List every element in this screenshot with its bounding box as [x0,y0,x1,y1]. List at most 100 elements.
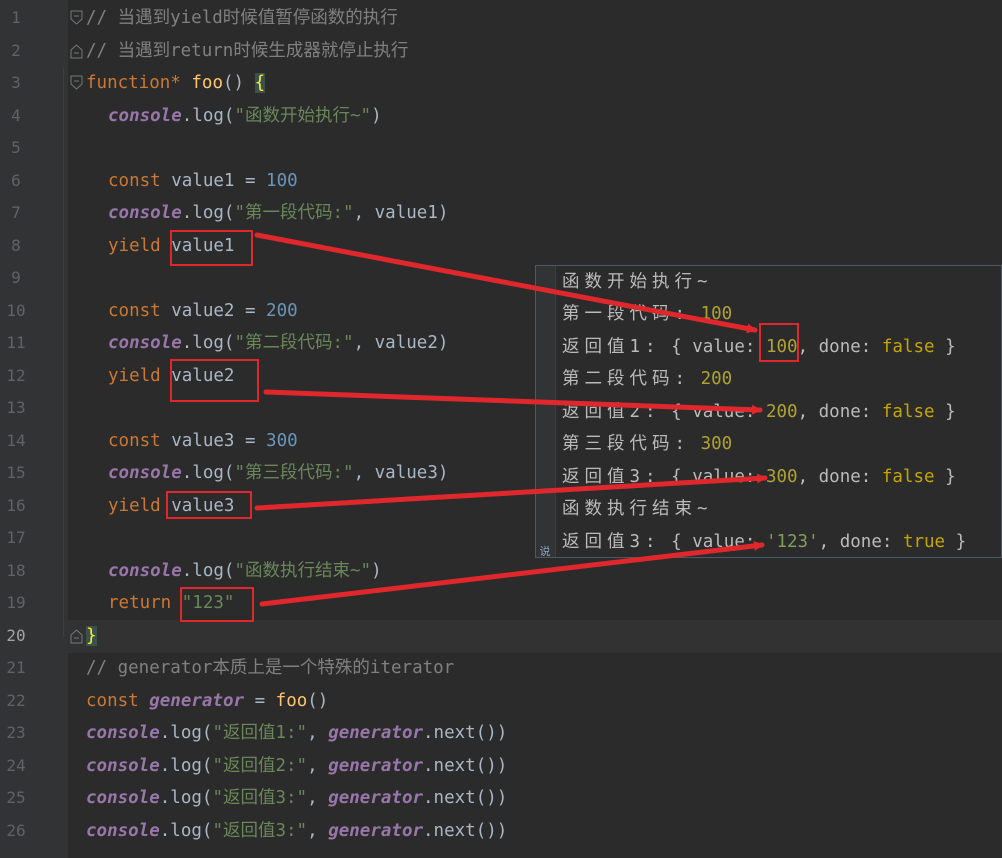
console-text: { value: [671,402,766,422]
code-line[interactable]: console.log("函数开始执行~") [108,100,382,133]
method: .log( [159,788,213,808]
variable: generator [328,821,424,841]
code-line[interactable]: console.log("返回值1:", generator.next()) [86,717,507,750]
variable: generator [328,756,424,776]
code-line[interactable]: const generator = foo() [86,685,328,718]
line-number: 16 [6,496,26,515]
console-string: '123' [765,532,819,552]
line-number: 3 [11,73,21,92]
line-number: 15 [6,463,26,482]
code-line-comment[interactable]: // 当遇到yield时候值暂停函数的执行 [86,2,398,35]
fold-marker-icon[interactable] [69,75,84,91]
fold-marker-icon[interactable] [69,10,84,26]
console-boolean: true [902,532,946,552]
code-line[interactable]: console.log("第二段代码:", value2) [108,327,448,360]
console-toolbar: 说 [536,266,556,557]
method: .log( [181,106,235,126]
console-text: } [945,532,967,552]
console-object: console [86,821,160,841]
code-line[interactable]: console.log("返回值3:", generator.next()) [86,782,507,815]
line-number: 8 [11,236,21,255]
console-object: console [86,756,160,776]
annotation-box-value3 [166,491,252,519]
fold-marker-icon[interactable] [69,43,84,59]
method: .log( [181,463,235,483]
console-label: 第一段代码: [562,304,691,324]
code-line[interactable]: } [86,620,97,653]
console-line: 返回值2: { value: 200, done: false } [562,396,956,429]
comma: , [307,821,329,841]
keyword: yield [108,236,172,256]
code-line[interactable]: console.log("第一段代码:", value1) [108,197,448,230]
line-number: 26 [6,821,26,840]
code-line[interactable]: const value2 = 200 [108,295,298,328]
line-number: 11 [6,333,26,352]
console-number: 300 [765,467,798,487]
code-line[interactable]: console.log("函数执行结束~") [108,555,382,588]
console-number: 100 [700,304,733,324]
variable: value3 = [171,431,267,451]
operator: = [244,691,276,711]
console-text: { value: [671,337,766,357]
code-line[interactable]: console.log("返回值3:", generator.next()) [86,815,507,848]
annotation-box-value1 [170,230,253,266]
code-line[interactable]: const value1 = 100 [108,165,298,198]
keyword: function [86,73,171,93]
code-line-comment[interactable]: // 当遇到return时候生成器就停止执行 [86,35,408,68]
variable: generator [328,723,424,743]
console-side-icon[interactable]: 说 [538,546,552,557]
line-number: 10 [6,301,26,320]
method: .next()) [423,788,508,808]
string: "返回值1:" [212,723,308,743]
string: "第三段代码:" [234,463,354,483]
string: "返回值3:" [212,788,308,808]
method: .log( [181,203,235,223]
code-line[interactable]: console.log("返回值2:", generator.next()) [86,750,507,783]
console-line: 返回值3: { value: 300, done: false } [562,461,956,494]
comma: , [307,788,329,808]
console-output-panel[interactable]: 说 函数开始执行~ 第一段代码: 100 返回值1: { value: 100,… [535,265,1002,558]
console-text: } [934,337,956,357]
params: () [222,73,255,93]
line-number: 18 [6,561,26,580]
line-number: 23 [6,723,26,742]
console-boolean: false [881,337,935,357]
variable: generator [328,788,424,808]
line-number: 1 [11,8,21,27]
line-number: 25 [6,788,26,807]
annotation-box-return [180,587,254,622]
line-number: 14 [6,431,26,450]
method: .next()) [423,756,508,776]
console-line: 第三段代码: 300 [562,428,732,461]
string: "函数开始执行~" [234,106,372,126]
console-text: } [934,467,956,487]
number: 200 [266,301,298,321]
line-number: 21 [6,658,26,677]
code-line[interactable]: const value3 = 300 [108,425,298,458]
line-number: 22 [6,691,26,710]
string: "返回值2:" [212,756,308,776]
console-label: 返回值1: [562,337,661,357]
method: .log( [159,756,213,776]
line-number: 19 [6,593,26,612]
console-number: 200 [700,369,733,389]
method: .next()) [423,723,508,743]
line-number: 12 [6,366,26,385]
console-object: console [108,463,182,483]
string: "函数执行结束~" [234,561,372,581]
indent-guide [63,68,64,636]
code-line[interactable]: console.log("第三段代码:", value3) [108,457,448,490]
line-number: 6 [11,171,21,190]
line-number: 5 [11,138,21,157]
args: , value1) [353,203,449,223]
console-text: } [934,402,956,422]
star: * [170,73,192,93]
console-text: , done: [797,467,882,487]
line-number: 17 [6,528,26,547]
code-line-comment[interactable]: // generator本质上是一个特殊的iterator [86,652,454,685]
fold-marker-icon[interactable] [69,628,84,644]
console-line: 返回值3: { value: '123', done: true } [562,526,966,559]
line-number: 24 [6,756,26,775]
console-text: , done: [797,337,882,357]
code-line-function-decl[interactable]: function* foo() { [86,67,266,100]
